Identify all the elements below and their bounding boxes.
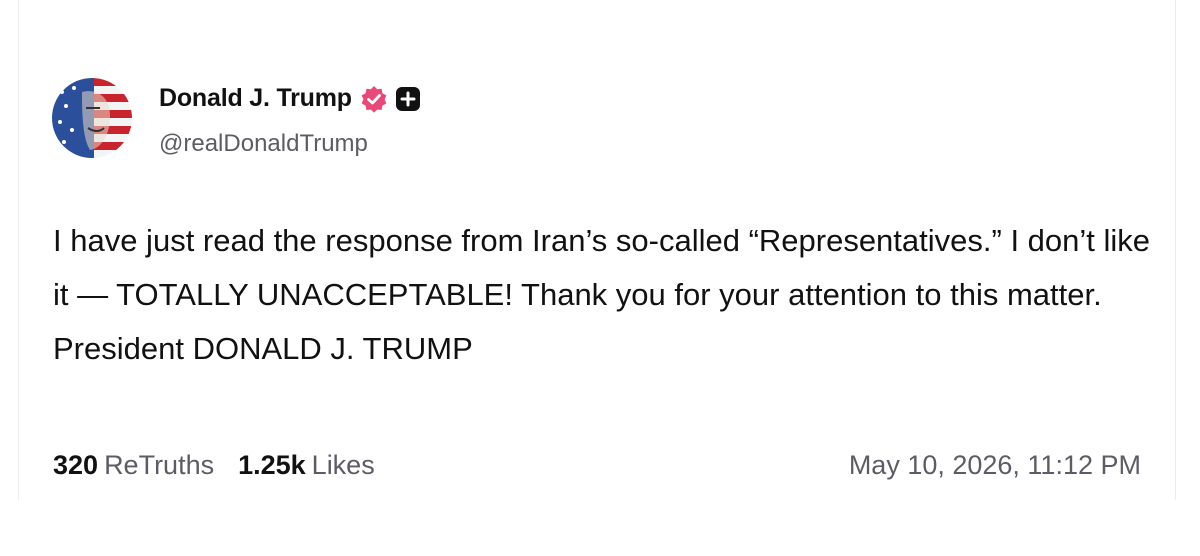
post-timestamp[interactable]: May 10, 2026, 11:12 PM: [849, 450, 1141, 481]
retruths-label: ReTruths: [104, 450, 215, 480]
author-handle[interactable]: @realDonaldTrump: [159, 130, 368, 158]
likes-count: 1.25k: [238, 450, 306, 480]
likes-label: Likes: [311, 450, 375, 480]
post-stats: 320 ReTruths 1.25k Likes: [53, 450, 375, 481]
retruths-stat[interactable]: 320 ReTruths: [53, 450, 214, 481]
author-name-row: Donald J. Trump: [159, 84, 420, 113]
author-display-name[interactable]: Donald J. Trump: [159, 84, 352, 113]
likes-stat[interactable]: 1.25k Likes: [238, 450, 375, 481]
verified-badge-icon: [360, 85, 388, 113]
retruths-count: 320: [53, 450, 99, 480]
flag-portrait-avatar-icon: [52, 78, 132, 158]
post-card: Donald J. Trump @realDonaldTrump I have …: [18, 0, 1176, 500]
post-text: I have just read the response from Iran’…: [53, 223, 1151, 366]
plus-badge-icon: [395, 86, 420, 111]
avatar[interactable]: [52, 78, 132, 158]
